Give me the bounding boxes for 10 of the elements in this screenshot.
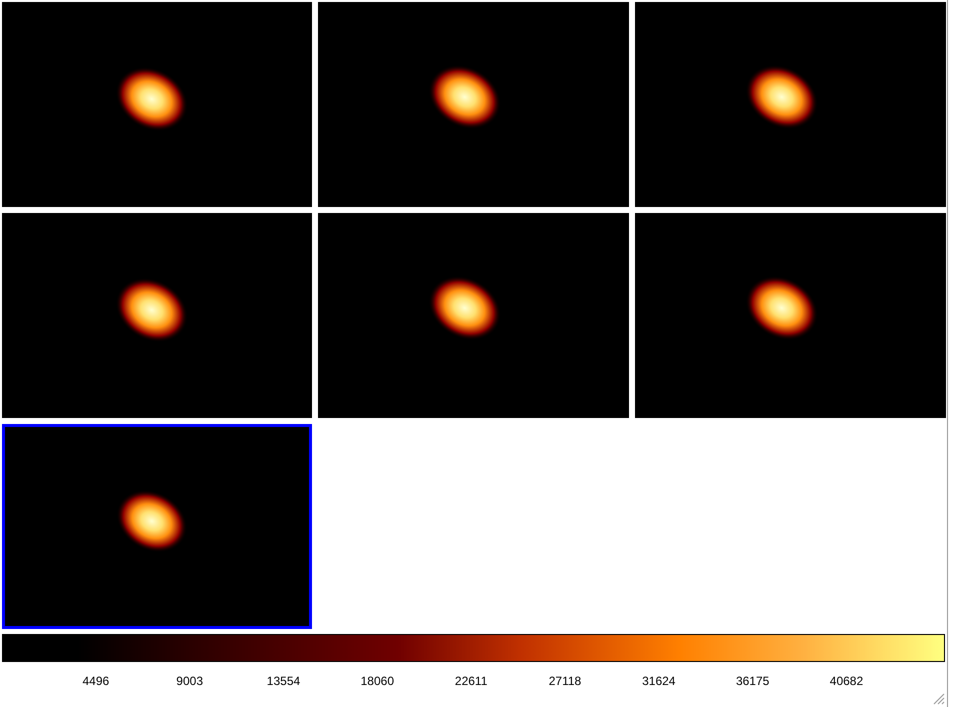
tick-label: 27118: [548, 673, 582, 690]
tick-label: 22611: [454, 673, 488, 690]
resize-grip-icon[interactable]: [931, 691, 945, 705]
tick-label: 4496: [82, 673, 110, 690]
tick-label: 40682: [830, 673, 864, 690]
tick-label: 13554: [266, 673, 300, 690]
tick-label: 36175: [736, 673, 770, 690]
tick-label: 18060: [360, 673, 394, 690]
tick-label: 31624: [642, 673, 676, 690]
tick-label: 9003: [176, 673, 203, 690]
